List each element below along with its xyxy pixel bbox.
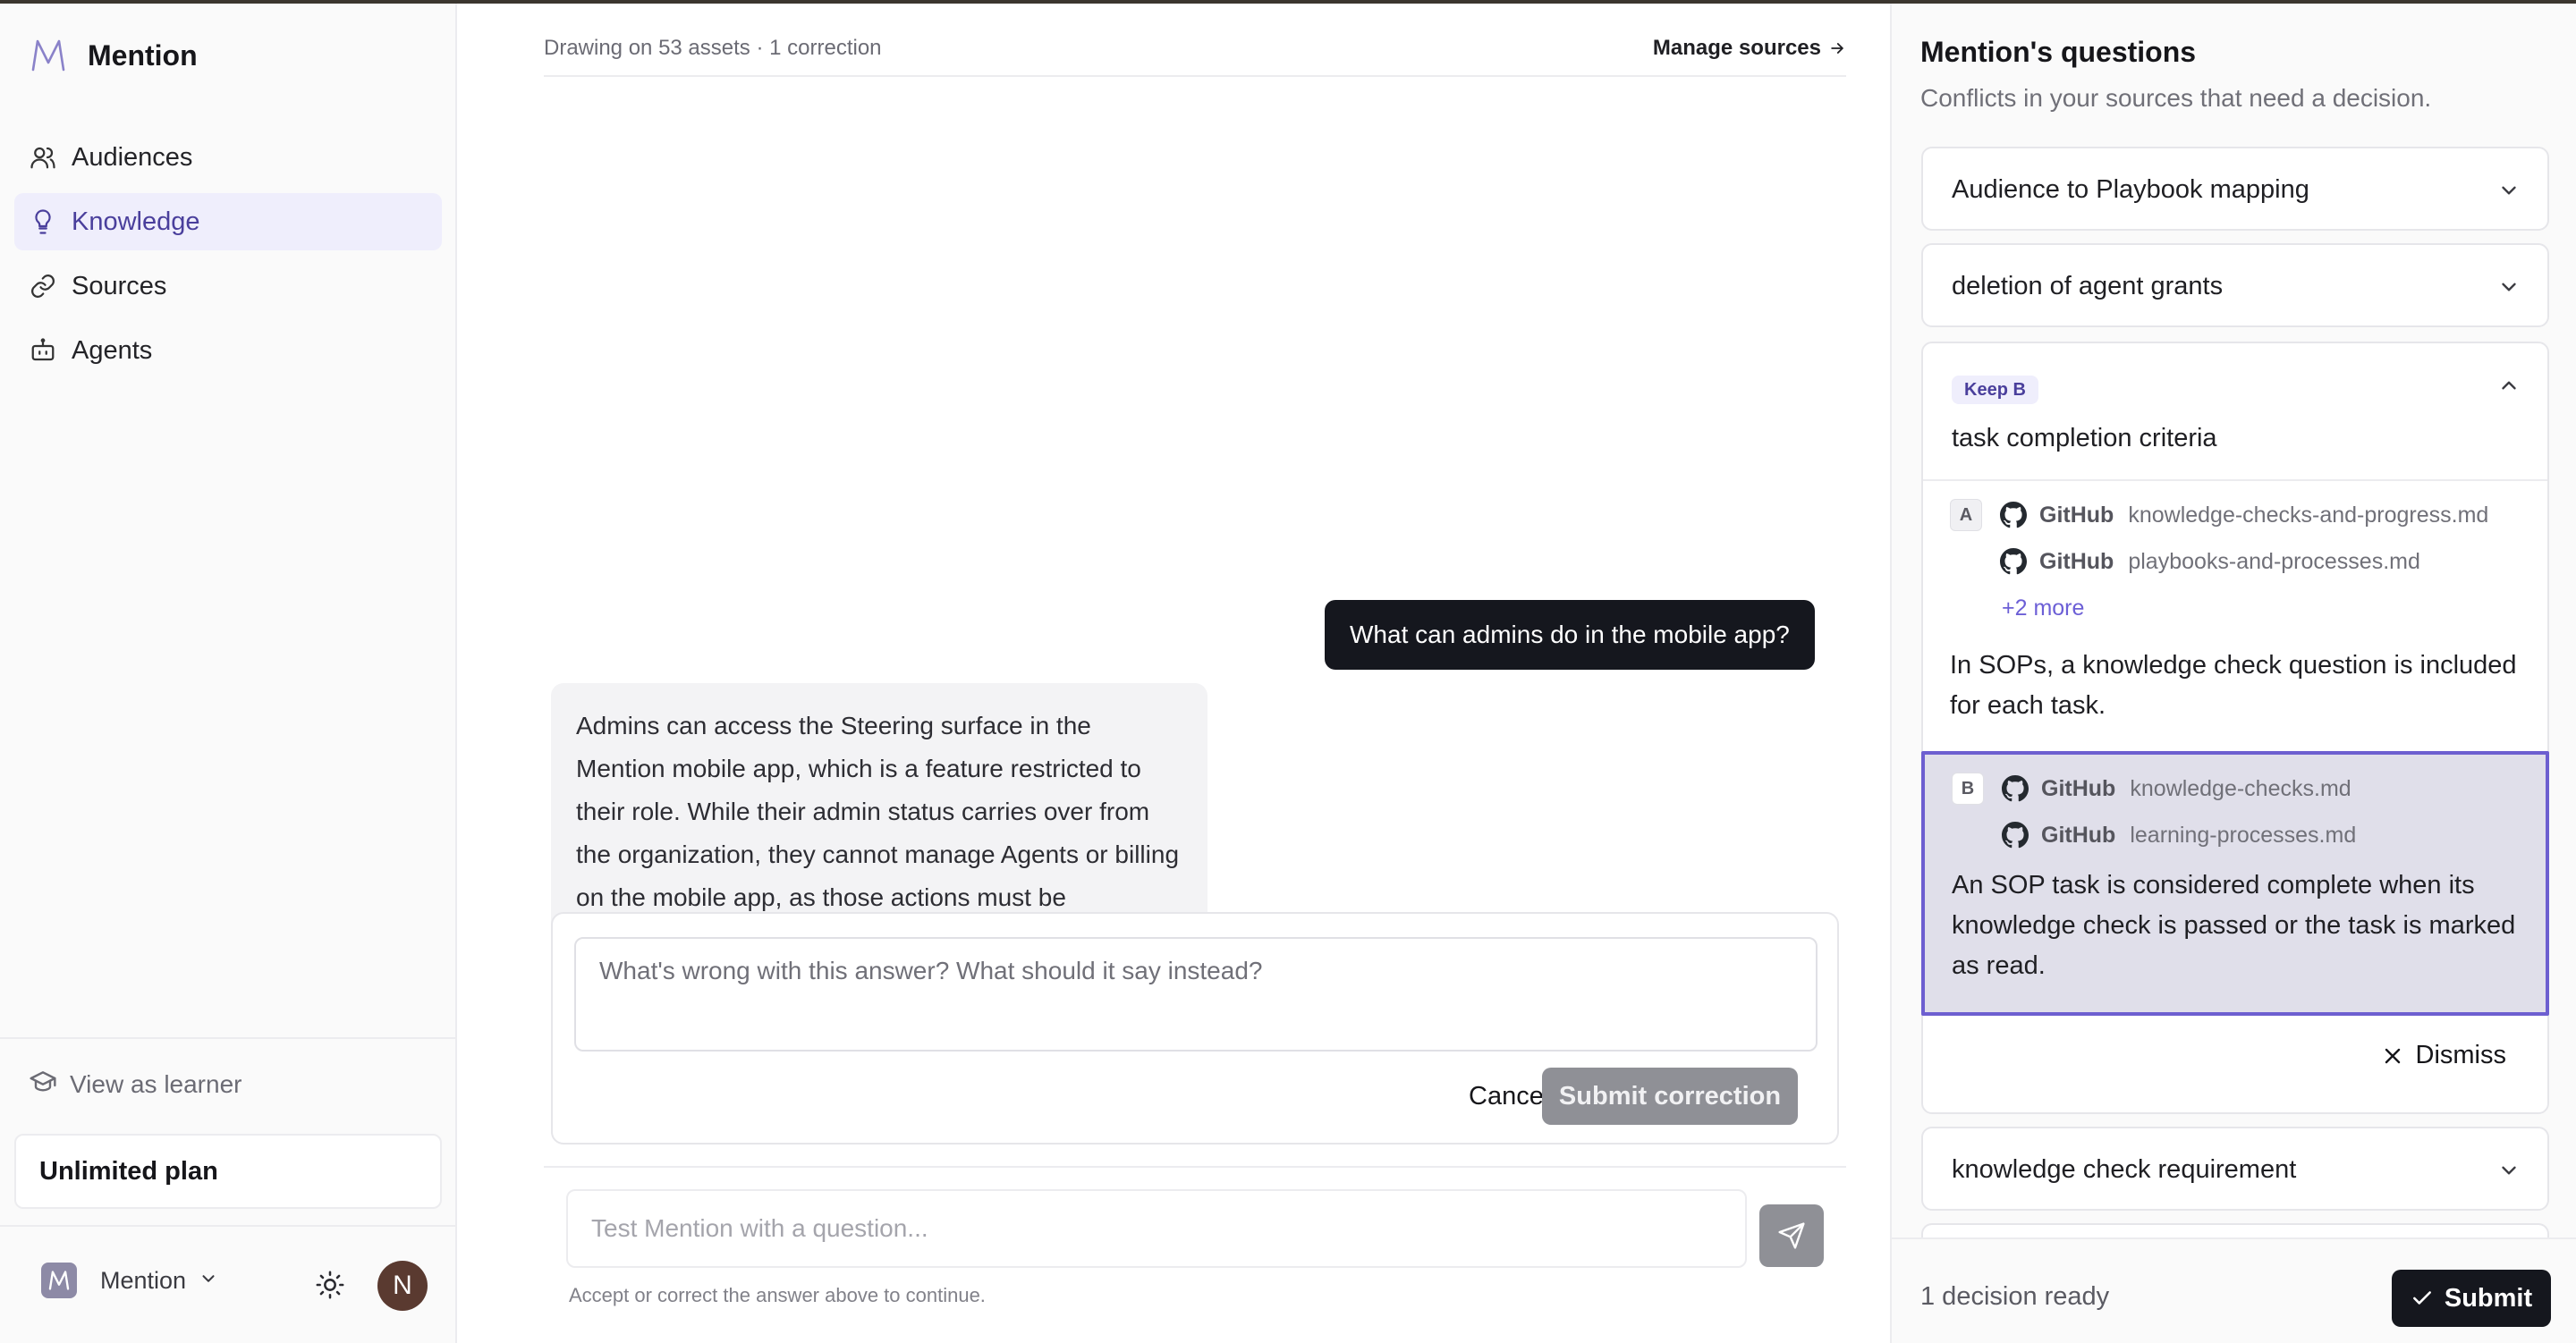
chevron-down-icon[interactable] <box>2497 1159 2521 1187</box>
sidebar-item-label: Agents <box>72 335 153 365</box>
decisions-ready-count: 1 decision ready <box>1920 1282 2110 1311</box>
theme-toggle-sun-icon[interactable] <box>315 1270 345 1305</box>
graduation-cap-icon <box>29 1068 57 1101</box>
sidebar-item-label: Knowledge <box>72 207 200 236</box>
option-a[interactable]: A GitHub knowledge-checks-and-progress.m… <box>1923 479 2547 753</box>
source-reference[interactable]: GitHub knowledge-checks.md <box>2002 773 2351 805</box>
source-provider: GitHub <box>2041 775 2116 801</box>
github-icon <box>2000 502 2027 528</box>
chevron-up-icon[interactable] <box>2497 374 2521 401</box>
workspace-name: Mention <box>100 1266 187 1294</box>
questions-footer: 1 decision ready Submit <box>1892 1237 2576 1343</box>
arrow-right-icon <box>1831 43 1843 54</box>
assets-info: Drawing on 53 assets · 1 correction <box>544 36 882 60</box>
source-file: playbooks-and-processes.md <box>2128 548 2420 574</box>
question-card-expanded: Keep B task completion criteria A GitHub… <box>1921 342 2549 1114</box>
correction-input[interactable] <box>574 937 1818 1052</box>
chevron-down-icon <box>199 1269 218 1293</box>
users-icon <box>29 143 57 172</box>
github-icon <box>2000 548 2027 575</box>
plan-label: Unlimited plan <box>39 1156 218 1186</box>
source-reference[interactable]: GitHub playbooks-and-processes.md <box>2000 545 2420 578</box>
question-label: knowledge check requirement <box>1952 1155 2297 1184</box>
submit-correction-button[interactable]: Submit correction <box>1542 1068 1798 1125</box>
source-reference[interactable]: GitHub knowledge-checks-and-progress.md <box>2000 499 2488 531</box>
workspace-logo-icon <box>41 1263 77 1298</box>
lightbulb-icon <box>29 207 57 236</box>
dismiss-label: Dismiss <box>2415 1041 2507 1069</box>
check-icon <box>2412 1291 2431 1305</box>
sidebar-item-label: Sources <box>72 271 167 300</box>
github-icon <box>2002 775 2029 802</box>
main-header: Drawing on 53 assets · 1 correction Mana… <box>544 30 1846 77</box>
question-label: task completion criteria <box>1952 424 2217 452</box>
sidebar-item-audiences[interactable]: Audiences <box>14 129 442 186</box>
question-label: Audience to Playbook mapping <box>1952 175 2309 204</box>
more-sources-link[interactable]: +2 more <box>2002 595 2084 621</box>
question-input[interactable] <box>566 1189 1747 1268</box>
option-text: An SOP task is considered complete when … <box>1952 871 2516 980</box>
source-file: knowledge-checks-and-progress.md <box>2128 502 2489 528</box>
source-provider: GitHub <box>2039 548 2114 574</box>
question-label: deletion of agent grants <box>1952 272 2224 300</box>
sidebar-item-knowledge[interactable]: Knowledge <box>14 193 442 250</box>
plan-box[interactable]: Unlimited plan <box>14 1134 442 1209</box>
question-card[interactable]: knowledge check requirement <box>1921 1127 2549 1211</box>
sidebar-item-sources[interactable]: Sources <box>14 258 442 315</box>
source-file: knowledge-checks.md <box>2130 775 2351 801</box>
github-icon <box>2002 822 2029 849</box>
view-as-learner-label: View as learner <box>70 1069 242 1098</box>
option-letter: B <box>1952 773 1984 805</box>
brand[interactable]: Mention <box>29 36 198 75</box>
sidebar-nav: Audiences Knowledge Sources Agents <box>14 129 442 386</box>
workspace-switcher[interactable]: Mention <box>41 1263 218 1298</box>
questions-panel: Mention's questions Conflicts in your so… <box>1890 4 2576 1343</box>
view-as-learner-link[interactable]: View as learner <box>29 1068 242 1101</box>
bot-icon <box>29 336 57 365</box>
questions-subtitle: Conflicts in your sources that need a de… <box>1920 84 2432 112</box>
questions-title: Mention's questions <box>1920 36 2197 68</box>
chevron-down-icon[interactable] <box>2497 179 2521 207</box>
decision-badge: Keep B <box>1952 376 2038 404</box>
close-icon <box>2385 1048 2400 1063</box>
source-provider: GitHub <box>2039 502 2114 528</box>
sidebar: Mention Audiences Knowledge Sources Agen… <box>0 4 457 1343</box>
submit-label: Submit <box>2444 1283 2533 1313</box>
option-b-selected[interactable]: B GitHub knowledge-checks.md GitHub lear… <box>1921 751 2549 1016</box>
source-reference[interactable]: GitHub learning-processes.md <box>2002 819 2356 851</box>
question-card[interactable]: Audience to Playbook mapping <box>1921 147 2549 231</box>
sidebar-item-agents[interactable]: Agents <box>14 322 442 379</box>
link-icon <box>29 272 57 300</box>
dismiss-button[interactable]: Dismiss <box>2382 1041 2507 1070</box>
submit-decisions-button[interactable]: Submit <box>2392 1270 2551 1327</box>
send-button[interactable] <box>1759 1204 1824 1267</box>
brand-name: Mention <box>88 38 198 72</box>
source-provider: GitHub <box>2041 822 2116 848</box>
sidebar-item-label: Audiences <box>72 142 193 172</box>
user-avatar[interactable]: N <box>377 1261 428 1311</box>
user-message: What can admins do in the mobile app? <box>1325 600 1815 670</box>
option-letter: A <box>1950 499 1982 531</box>
manage-sources-label: Manage sources <box>1652 36 1821 60</box>
send-icon <box>1778 1222 1805 1249</box>
sidebar-divider <box>0 1037 455 1039</box>
chat-main: Drawing on 53 assets · 1 correction Mana… <box>457 4 1890 1343</box>
option-text: In SOPs, a knowledge check question is i… <box>1950 651 2517 720</box>
question-card[interactable]: deletion of agent grants <box>1921 243 2549 327</box>
mention-logo-icon <box>29 36 68 75</box>
source-file: learning-processes.md <box>2130 822 2357 848</box>
chevron-down-icon[interactable] <box>2497 275 2521 303</box>
composer-hint: Accept or correct the answer above to co… <box>569 1284 986 1306</box>
correction-card: Cancel Submit correction <box>551 912 1839 1145</box>
sidebar-divider <box>0 1225 455 1227</box>
manage-sources-link[interactable]: Manage sources <box>1653 36 1846 61</box>
composer-divider <box>544 1166 1846 1168</box>
